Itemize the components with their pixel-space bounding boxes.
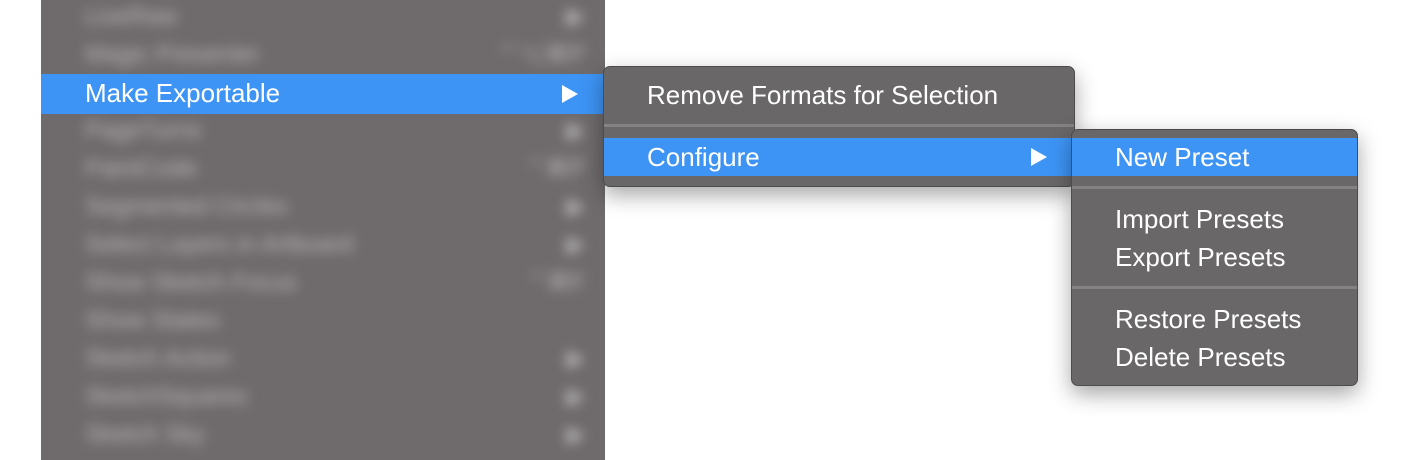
- submenu-arrow-icon: [562, 85, 578, 103]
- menu-item-blurred: Select Layers in Artboard ▶: [85, 230, 585, 260]
- menu-item-label: PageTurns: [85, 117, 202, 144]
- submenu-arrow-icon: [1031, 148, 1047, 166]
- submenu-arrow-icon: ▶: [566, 345, 585, 372]
- menu-item-blurred: Show Sketch Focus ⌃⌘F: [85, 268, 585, 298]
- menu-item-blurred: PageTurns ▶: [85, 116, 585, 146]
- submenu-arrow-icon: ▶: [566, 193, 585, 220]
- menu-item-label: Restore Presets: [1115, 304, 1302, 334]
- menu-item-label: Select Layers in Artboard: [85, 231, 354, 258]
- menu-item-label: Segmented Circles: [85, 193, 288, 220]
- submenu-arrow-icon: ▶: [566, 117, 585, 144]
- menu-item-label: Show States: [85, 307, 220, 334]
- menu-item-label: SketchSquares: [85, 383, 248, 410]
- configure-submenu: New Preset Import Presets Export Presets…: [1071, 129, 1358, 386]
- menu-item-shortcut: ⌃⌘F: [526, 269, 585, 296]
- menu-item-label: Sketch Action: [85, 345, 231, 372]
- menu-item-label: Sketch Sky: [85, 421, 206, 448]
- menu-separator: [1072, 286, 1357, 289]
- menu-item-delete-presets[interactable]: Delete Presets: [1072, 338, 1357, 376]
- menu-item-blurred: Sketch Sky ▶: [85, 420, 585, 450]
- menu-item-label: LiveRaw: [85, 3, 178, 30]
- menu-item-blurred: Magic Presenter ⌃⌥⌘P: [85, 40, 585, 70]
- make-exportable-submenu: Remove Formats for Selection Configure: [603, 66, 1075, 187]
- menu-item-shortcut: ⌃⌘P: [524, 155, 585, 182]
- menu-separator: [604, 124, 1074, 127]
- menu-item-label: New Preset: [1115, 142, 1250, 172]
- menu-item-configure[interactable]: Configure: [604, 138, 1074, 176]
- menu-separator: [1072, 186, 1357, 189]
- menu-item-label: Configure: [647, 142, 760, 172]
- menu-item-restore-presets[interactable]: Restore Presets: [1072, 300, 1357, 338]
- menu-item-label: Show Sketch Focus: [85, 269, 298, 296]
- menu-item-shortcut: ⌃⌥⌘P: [497, 41, 585, 68]
- menu-item-blurred: Sketch Action ▶: [85, 344, 585, 374]
- menu-item-blurred: PaintCode ⌃⌘P: [85, 154, 585, 184]
- menu-item-label: Make Exportable: [85, 78, 281, 108]
- menu-item-blurred: Show States: [85, 306, 585, 336]
- submenu-arrow-icon: ▶: [566, 231, 585, 258]
- menu-item-label: PaintCode: [85, 155, 198, 182]
- menu-item-blurred: LiveRaw ▶: [85, 2, 585, 32]
- menu-item-label: Magic Presenter: [85, 41, 260, 68]
- submenu-arrow-icon: ▶: [566, 3, 585, 30]
- menu-item-import-presets[interactable]: Import Presets: [1072, 200, 1357, 238]
- menu-item-label: Remove Formats for Selection: [647, 80, 999, 110]
- blurred-menu-items: LiveRaw ▶ Magic Presenter ⌃⌥⌘P PageTurns…: [41, 0, 605, 460]
- menu-item-make-exportable[interactable]: Make Exportable: [41, 74, 605, 114]
- menu-item-remove-formats[interactable]: Remove Formats for Selection: [604, 76, 1074, 114]
- menu-item-label: Export Presets: [1115, 242, 1286, 272]
- menu-item-new-preset[interactable]: New Preset: [1072, 138, 1357, 176]
- parent-menu: LiveRaw ▶ Magic Presenter ⌃⌥⌘P PageTurns…: [41, 0, 605, 460]
- menu-item-blurred: Segmented Circles ▶: [85, 192, 585, 222]
- menu-item-label: Import Presets: [1115, 204, 1285, 234]
- submenu-arrow-icon: ▶: [566, 383, 585, 410]
- submenu-arrow-icon: ▶: [566, 421, 585, 448]
- menu-item-export-presets[interactable]: Export Presets: [1072, 238, 1357, 276]
- menu-item-blurred: SketchSquares ▶: [85, 382, 585, 412]
- menu-item-label: Delete Presets: [1115, 342, 1286, 372]
